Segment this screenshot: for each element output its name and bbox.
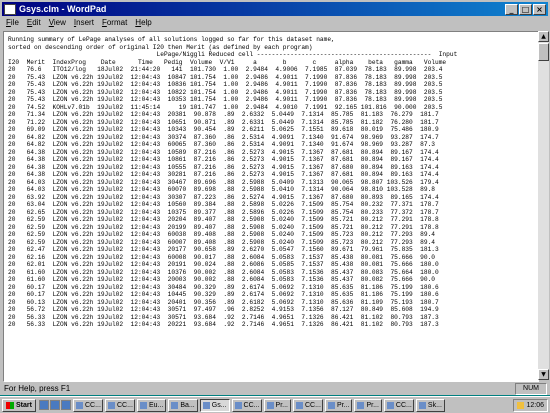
taskbar-button[interactable]: Eu...: [136, 398, 167, 412]
taskbar-button[interactable]: Gs...: [199, 398, 230, 412]
taskbar-button[interactable]: Pr...: [325, 398, 353, 412]
document-area[interactable]: Running summary of LePage analyses of al…: [3, 31, 539, 382]
maximize-button[interactable]: □: [519, 3, 532, 15]
vertical-scrollbar[interactable]: ▲ ▼: [538, 31, 549, 380]
app-icon: [139, 401, 147, 409]
close-button[interactable]: ×: [533, 3, 546, 15]
taskbar-button-label: Gs...: [211, 401, 227, 409]
menu-help[interactable]: Help: [131, 17, 155, 29]
status-bar: For Help, press F1 NUM: [0, 382, 550, 395]
minimize-button[interactable]: _: [505, 3, 518, 15]
taskbar-button-label: CC...: [395, 401, 412, 409]
app-icon: [202, 401, 210, 409]
taskbar-button[interactable]: CC...: [231, 398, 262, 412]
taskbar-button[interactable]: Ba...: [168, 398, 198, 412]
email-icon[interactable]: [60, 400, 71, 410]
taskbar-button-label: Sk...: [427, 401, 442, 409]
app-icon: [234, 401, 242, 409]
taskbar-button-label: CC...: [116, 401, 133, 409]
taskbar-button-label: Eu...: [148, 401, 164, 409]
task-buttons: CC... CC... Eu... Ba... Gs... CC... Pr... CC...…: [71, 398, 445, 412]
taskbar-button-label: Pr...: [275, 401, 288, 409]
desktop-icon[interactable]: [38, 400, 49, 410]
windows-logo-icon: [6, 401, 14, 409]
quick-launch: [38, 400, 71, 410]
browser-icon[interactable]: [49, 400, 60, 410]
tray-icon[interactable]: [517, 401, 525, 409]
taskbar-button[interactable]: Sk...: [415, 398, 445, 412]
num-lock-indicator: NUM: [515, 383, 547, 395]
taskbar-button[interactable]: CC...: [104, 398, 135, 412]
title-bar[interactable]: Gsys.clm - WordPad _ □ ×: [2, 2, 548, 16]
scroll-thumb[interactable]: [538, 43, 549, 61]
app-icon: [357, 401, 365, 409]
clock: 12:06: [526, 401, 544, 409]
menu-bar: File Edit View Insert Format Help: [2, 17, 156, 29]
scroll-up-button[interactable]: ▲: [538, 31, 549, 42]
document-text[interactable]: Running summary of LePage analyses of al…: [8, 36, 457, 329]
window-title: Gsys.clm - WordPad: [19, 4, 107, 14]
taskbar-button[interactable]: CC...: [383, 398, 414, 412]
taskbar-button-label: Pr...: [366, 401, 379, 409]
app-icon: [418, 401, 426, 409]
taskbar: Start CC... CC... Eu... Ba... Gs... CC... Pr..…: [0, 396, 550, 413]
menu-edit[interactable]: Edit: [23, 17, 45, 29]
taskbar-button[interactable]: Pr...: [263, 398, 291, 412]
taskbar-button-label: Pr...: [337, 401, 350, 409]
taskbar-button-label: CC...: [84, 401, 101, 409]
app-icon: [171, 401, 179, 409]
scroll-down-button[interactable]: ▼: [538, 369, 549, 380]
system-tray: 12:06: [513, 398, 548, 412]
app-icon: [296, 401, 303, 409]
taskbar-button-label: Ba...: [180, 401, 195, 409]
menu-format[interactable]: Format: [98, 17, 131, 29]
start-label: Start: [16, 401, 32, 409]
taskbar-button-label: CC...: [243, 401, 260, 409]
wordpad-document-icon[interactable]: [4, 3, 16, 15]
taskbar-button[interactable]: CC...: [293, 398, 323, 412]
wordpad-window: Gsys.clm - WordPad _ □ × File Edit View …: [0, 0, 550, 395]
start-button[interactable]: Start: [2, 398, 36, 412]
app-icon: [386, 401, 394, 409]
taskbar-button[interactable]: CC...: [72, 398, 103, 412]
taskbar-button-label: CC...: [305, 401, 321, 409]
app-icon: [328, 401, 335, 409]
app-icon: [266, 401, 274, 409]
taskbar-button[interactable]: Pr...: [354, 398, 382, 412]
app-icon: [107, 401, 115, 409]
app-icon: [75, 401, 83, 409]
menu-file[interactable]: File: [2, 17, 23, 29]
menu-view[interactable]: View: [45, 17, 70, 29]
menu-insert[interactable]: Insert: [70, 17, 98, 29]
status-help-text: For Help, press F1: [4, 384, 71, 393]
